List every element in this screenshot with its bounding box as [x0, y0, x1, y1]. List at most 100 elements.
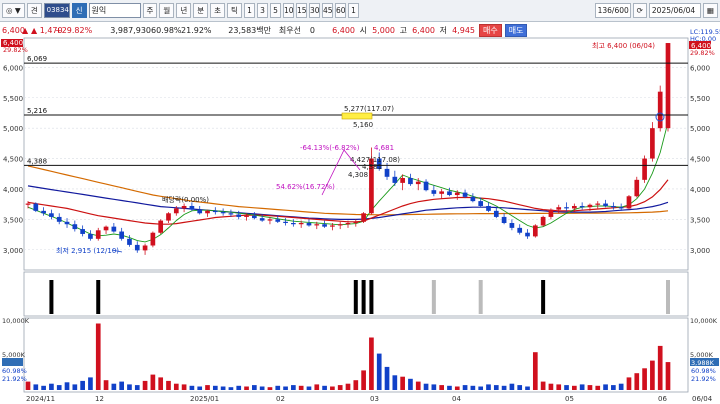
candle-body	[603, 203, 608, 206]
candle-body	[142, 245, 148, 251]
volume-bar	[111, 383, 117, 390]
volume-bar	[400, 376, 405, 390]
price-tick-label: 3,500	[3, 216, 23, 224]
volume-bar	[88, 377, 93, 390]
candle-body	[462, 192, 468, 197]
volume-bar	[509, 383, 515, 390]
box-top-annotation: 5,277(117.07)	[344, 105, 394, 113]
candle-body	[72, 224, 78, 230]
candle-body	[517, 227, 523, 233]
candle-body	[41, 210, 46, 214]
candle-body	[532, 225, 538, 237]
volume-bar	[361, 370, 366, 390]
volume-bar	[181, 384, 187, 390]
volume-bar	[423, 383, 429, 390]
low-annotation: 최저 2,915 (12/10)	[56, 246, 119, 255]
volume-bar	[564, 385, 569, 390]
candle-body	[595, 203, 601, 205]
candle-body	[611, 205, 616, 208]
stock-chart[interactable]: 6,000 6,000 5,500 5,500 5,000 5,000 4,500 4,500…	[0, 0, 720, 404]
candle-body	[314, 224, 320, 226]
volume-bar	[103, 380, 109, 390]
candle-body	[618, 207, 624, 209]
candle-body	[64, 221, 70, 225]
volume-bar	[486, 384, 491, 390]
volume-bar	[306, 386, 312, 390]
volume-bar	[345, 383, 351, 390]
candle-body	[181, 205, 187, 209]
volume-bar	[173, 383, 179, 390]
highlight-box	[341, 112, 373, 120]
volume-bar	[127, 384, 132, 390]
volume-turnover: 60.98%	[691, 367, 716, 375]
volume-bar	[540, 381, 546, 390]
candle-body	[626, 196, 632, 209]
volume-bar	[244, 386, 249, 390]
fall-annotation: -64.13%(-6.82%)	[300, 144, 360, 152]
x-label-2025-01: 2025/01	[190, 395, 219, 403]
box-bottom-annotation: 5,160	[353, 121, 373, 129]
candle-body	[509, 223, 515, 228]
candle-body	[384, 168, 390, 177]
volume-bar	[275, 385, 281, 390]
volume-bar	[189, 385, 195, 390]
signal-bar	[541, 280, 546, 314]
candle-body	[244, 215, 249, 217]
candle-body	[220, 212, 226, 214]
candle-body	[470, 196, 476, 202]
candle-body	[33, 203, 39, 211]
volume-bar	[517, 385, 523, 390]
candle-body	[525, 232, 530, 237]
candle-body	[228, 213, 234, 215]
volume-bar	[337, 385, 343, 390]
candle-body	[306, 223, 312, 226]
candle-body	[291, 223, 296, 225]
volume-bar	[252, 385, 257, 390]
volume-bar	[408, 378, 413, 390]
volume-bar	[665, 362, 671, 390]
volume-bar	[314, 384, 320, 390]
volume-tick-10000k: 10,000K	[2, 317, 30, 325]
candle-body	[166, 213, 171, 221]
candle-body	[345, 223, 351, 225]
volume-bar	[259, 386, 265, 390]
signal-bar	[369, 280, 374, 314]
volume-bar	[353, 380, 359, 390]
volume-bar	[603, 384, 608, 390]
x-label-02: 02	[276, 395, 285, 403]
mid-low-annotation: 4,381	[362, 163, 382, 171]
volume-bar	[41, 385, 46, 390]
candle-body	[423, 181, 429, 191]
signal-bar	[353, 280, 358, 314]
candle-body	[579, 205, 585, 208]
volume-bar	[462, 385, 468, 390]
high-annotation: 최고 6,400 (06/04)	[592, 41, 655, 50]
volume-bar	[556, 384, 562, 390]
price-tick-label-right: 3,500	[690, 216, 710, 224]
candle-body	[642, 158, 647, 180]
volume-bar	[392, 375, 398, 390]
x-label-06: 06	[658, 395, 667, 403]
volume-bar	[650, 360, 655, 390]
price-tick-label: 3,000	[3, 247, 23, 255]
candle-body	[127, 238, 132, 245]
candle-body	[95, 230, 101, 239]
candle-body	[189, 205, 195, 210]
price-tick-label: 5,000	[3, 125, 23, 133]
volume-bar	[142, 380, 148, 390]
volume-bar	[611, 385, 616, 390]
volume-bar	[532, 352, 538, 390]
price-tick-label-right: 4,000	[690, 186, 710, 194]
candle-body	[454, 192, 460, 196]
candle-body	[275, 219, 281, 222]
candle-body	[392, 176, 398, 183]
candle-body	[236, 214, 242, 217]
volume-bar	[626, 377, 632, 390]
volume-bar	[80, 380, 85, 390]
candle-body	[337, 224, 343, 226]
candle-body	[158, 220, 164, 233]
volume-bar	[470, 385, 476, 390]
left-axis-top-pct: 29.82%	[3, 46, 28, 54]
candle-body	[150, 232, 156, 246]
volume-bar	[205, 385, 210, 390]
